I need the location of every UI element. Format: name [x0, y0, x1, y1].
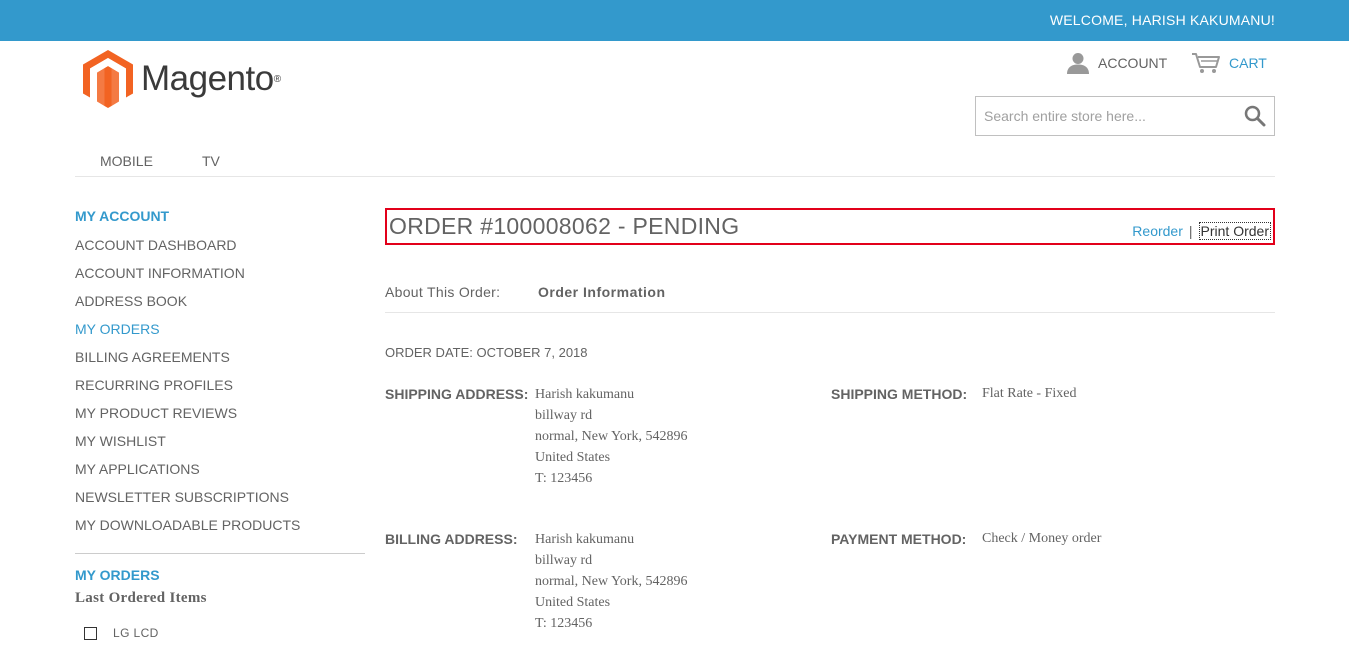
magento-logo-icon — [83, 50, 133, 108]
account-link[interactable]: ACCOUNT — [1066, 52, 1167, 74]
account-sidebar: MY ACCOUNT ACCOUNT DASHBOARD ACCOUNT INF… — [75, 208, 365, 640]
search-input[interactable] — [976, 97, 1226, 135]
about-order-row: About This Order: Order Information — [385, 283, 1275, 313]
top-bar: WELCOME, HARISH KAKUMANU! — [0, 0, 1349, 41]
order-date: ORDER DATE: OCTOBER 7, 2018 — [385, 345, 588, 360]
shipping-address-street: billway rd — [535, 408, 593, 423]
order-actions: Reorder | Print Order — [1132, 222, 1271, 240]
user-icon — [1067, 53, 1089, 74]
shipping-address-label: SHIPPING ADDRESS: — [385, 386, 529, 402]
sidebar-item-my-orders[interactable]: MY ORDERS — [75, 320, 365, 348]
billing-address-phone: T: 123456 — [535, 616, 593, 631]
sidebar-item-my-downloadable-products[interactable]: MY DOWNLOADABLE PRODUCTS — [75, 516, 365, 544]
tab-order-information[interactable]: Order Information — [538, 284, 666, 300]
about-order-label: About This Order: — [385, 284, 501, 300]
shipping-address: Harish kakumanu billway rd normal, New Y… — [535, 384, 687, 489]
sidebar-item-account-dashboard[interactable]: ACCOUNT DASHBOARD — [75, 236, 365, 264]
reorder-link[interactable]: Reorder — [1132, 223, 1183, 239]
cart-link[interactable]: CART — [1191, 52, 1267, 74]
shipping-method-value: Flat Rate - Fixed — [982, 386, 1077, 401]
page-title: ORDER #100008062 - PENDING — [389, 213, 740, 239]
sidebar-item-billing-agreements[interactable]: BILLING AGREEMENTS — [75, 348, 365, 376]
sidebar-item-my-wishlist[interactable]: MY WISHLIST — [75, 432, 365, 460]
billing-address-city: normal, New York, 542896 — [535, 574, 688, 589]
search-box — [975, 96, 1275, 136]
link-separator: | — [1188, 223, 1193, 239]
sidebar-item-newsletter-subscriptions[interactable]: NEWSLETTER SUBSCRIPTIONS — [75, 488, 365, 516]
sidebar-title: MY ACCOUNT — [75, 208, 170, 224]
sidebar-item-my-product-reviews[interactable]: MY PRODUCT REVIEWS — [75, 404, 365, 432]
shipping-address-name: Harish kakumanu — [535, 387, 635, 402]
logo-text: Magento — [141, 59, 274, 98]
billing-address-name: Harish kakumanu — [535, 532, 635, 547]
nav-item-mobile[interactable]: MOBILE — [100, 153, 153, 169]
print-order-link[interactable]: Print Order — [1198, 222, 1271, 240]
welcome-message: WELCOME, HARISH KAKUMANU! — [1049, 12, 1275, 28]
sidebar-menu: ACCOUNT DASHBOARD ACCOUNT INFORMATION AD… — [75, 236, 365, 544]
search-icon — [1244, 105, 1266, 127]
last-ordered-item-checkbox[interactable] — [84, 626, 97, 640]
sidebar-item-address-book[interactable]: ADDRESS BOOK — [75, 292, 365, 320]
billing-address: Harish kakumanu billway rd normal, New Y… — [535, 529, 687, 634]
billing-address-street: billway rd — [535, 553, 593, 568]
billing-address-label: BILLING ADDRESS: — [385, 531, 518, 547]
main-nav: MOBILE TV — [75, 148, 1275, 177]
last-ordered-item-label[interactable]: LG LCD — [113, 626, 159, 640]
payment-method-value: Check / Money order — [982, 531, 1102, 546]
sidebar-item-my-applications[interactable]: MY APPLICATIONS — [75, 460, 365, 488]
logo[interactable]: Magento ® — [83, 50, 281, 108]
last-ordered-item: LG LCD — [84, 626, 365, 640]
shipping-method-label: SHIPPING METHOD: — [831, 386, 968, 402]
sidebar-item-recurring-profiles[interactable]: RECURRING PROFILES — [75, 376, 365, 404]
cart-icon — [1192, 53, 1220, 73]
sidebar-divider — [75, 553, 365, 554]
payment-method-label: PAYMENT METHOD: — [831, 531, 967, 547]
shipping-address-country: United States — [535, 450, 611, 465]
sidebar-item-account-information[interactable]: ACCOUNT INFORMATION — [75, 264, 365, 292]
shipping-address-phone: T: 123456 — [535, 471, 593, 486]
order-title-bar: ORDER #100008062 - PENDING Reorder | Pri… — [385, 208, 1275, 245]
shipping-address-city: normal, New York, 542896 — [535, 429, 688, 444]
search-button[interactable] — [1244, 105, 1266, 127]
last-ordered-items-title: Last Ordered Items — [75, 590, 207, 606]
cart-label: CART — [1229, 55, 1267, 71]
account-label: ACCOUNT — [1098, 55, 1168, 71]
my-orders-block-title[interactable]: MY ORDERS — [75, 567, 365, 583]
billing-address-country: United States — [535, 595, 611, 610]
logo-registered-mark: ® — [273, 73, 282, 85]
nav-item-tv[interactable]: TV — [202, 153, 220, 169]
